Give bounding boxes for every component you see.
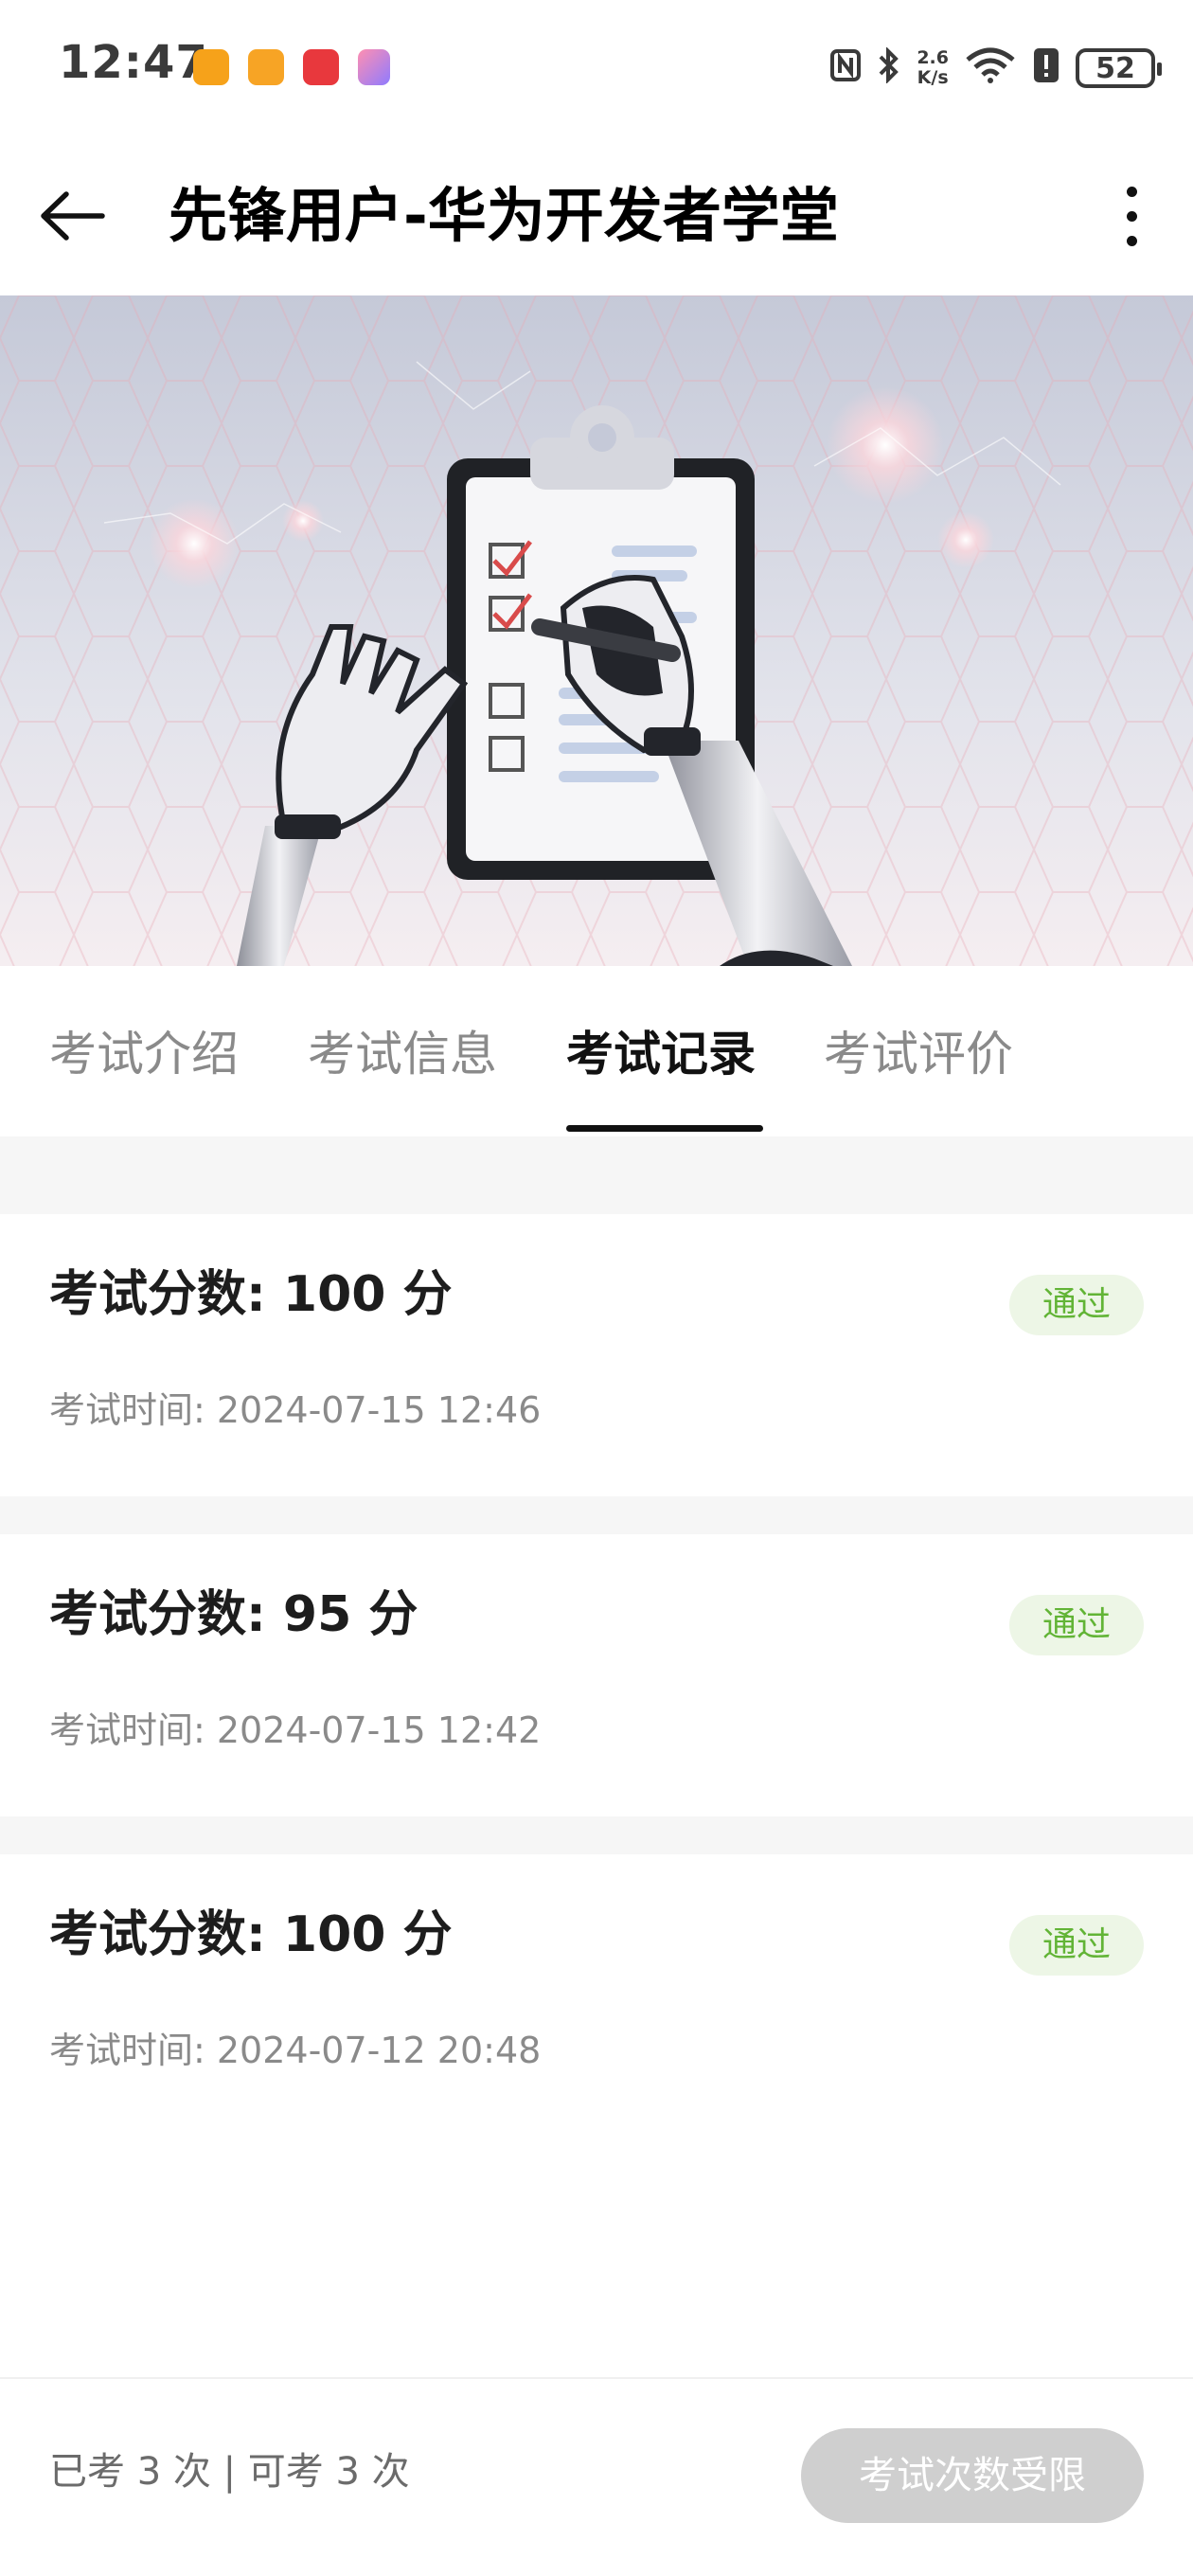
bottom-action-bar: 已考 3 次 | 可考 3 次 考试次数受限 — [0, 2377, 1193, 2576]
attempts-summary: 已考 3 次 | 可考 3 次 — [49, 2450, 410, 2494]
status-badge: 通过 — [1009, 1595, 1144, 1655]
exam-record-item[interactable]: 考试分数: 95 分 通过 考试时间: 2024-07-15 12:42 — [0, 1534, 1193, 1816]
exam-banner-image — [0, 295, 1193, 966]
exam-record-item[interactable]: 考试分数: 100 分 通过 考试时间: 2024-07-12 20:48 — [0, 1854, 1193, 2137]
exam-time: 考试时间: 2024-07-15 12:46 — [49, 1389, 542, 1431]
exam-score: 考试分数: 100 分 — [49, 1266, 453, 1323]
tab-exam-info[interactable]: 考试信息 — [308, 1021, 497, 1087]
battery-indicator: 52 — [1076, 48, 1162, 88]
tab-exam-records[interactable]: 考试记录 — [566, 1021, 756, 1087]
network-speed-unit: K/s — [917, 67, 949, 88]
notification-app-icon — [358, 49, 390, 85]
exam-score: 考试分数: 95 分 — [49, 1586, 418, 1643]
page-title: 先锋用户-华为开发者学堂 — [169, 181, 839, 250]
huawei-store-icon — [303, 49, 339, 85]
wifi-6-icon — [964, 46, 1017, 90]
exam-limit-button[interactable]: 考试次数受限 — [801, 2428, 1144, 2523]
status-badge: 通过 — [1009, 1275, 1144, 1335]
status-bar: 12:47 2.6 K/s 52 — [0, 0, 1193, 137]
active-tab-indicator — [566, 1125, 763, 1132]
battery-alert-icon — [1032, 46, 1060, 90]
status-badge: 通过 — [1009, 1915, 1144, 1976]
list-empty-space — [0, 2131, 1193, 2377]
exam-record-item[interactable]: 考试分数: 100 分 通过 考试时间: 2024-07-15 12:46 — [0, 1214, 1193, 1496]
tab-exam-review[interactable]: 考试评价 — [824, 1021, 1013, 1087]
status-time: 12:47 — [59, 36, 208, 89]
notification-app-icon — [248, 49, 284, 85]
bluetooth-icon — [877, 46, 901, 89]
more-options-button[interactable] — [1095, 173, 1170, 259]
network-speed-value: 2.6 — [917, 47, 949, 68]
exam-time: 考试时间: 2024-07-12 20:48 — [49, 2030, 542, 2071]
exam-score: 考试分数: 100 分 — [49, 1906, 453, 1963]
exam-time: 考试时间: 2024-07-15 12:42 — [49, 1709, 542, 1751]
app-header: 先锋用户-华为开发者学堂 — [0, 137, 1193, 294]
tab-exam-intro[interactable]: 考试介绍 — [49, 1021, 239, 1087]
tab-bar: 考试介绍 考试信息 考试记录 考试评价 — [0, 966, 1193, 1136]
notification-app-icon — [193, 49, 229, 85]
nfc-icon — [829, 48, 862, 88]
back-button[interactable] — [34, 173, 119, 259]
network-speed: 2.6 K/s — [917, 48, 949, 88]
arrow-left-icon — [41, 191, 105, 241]
